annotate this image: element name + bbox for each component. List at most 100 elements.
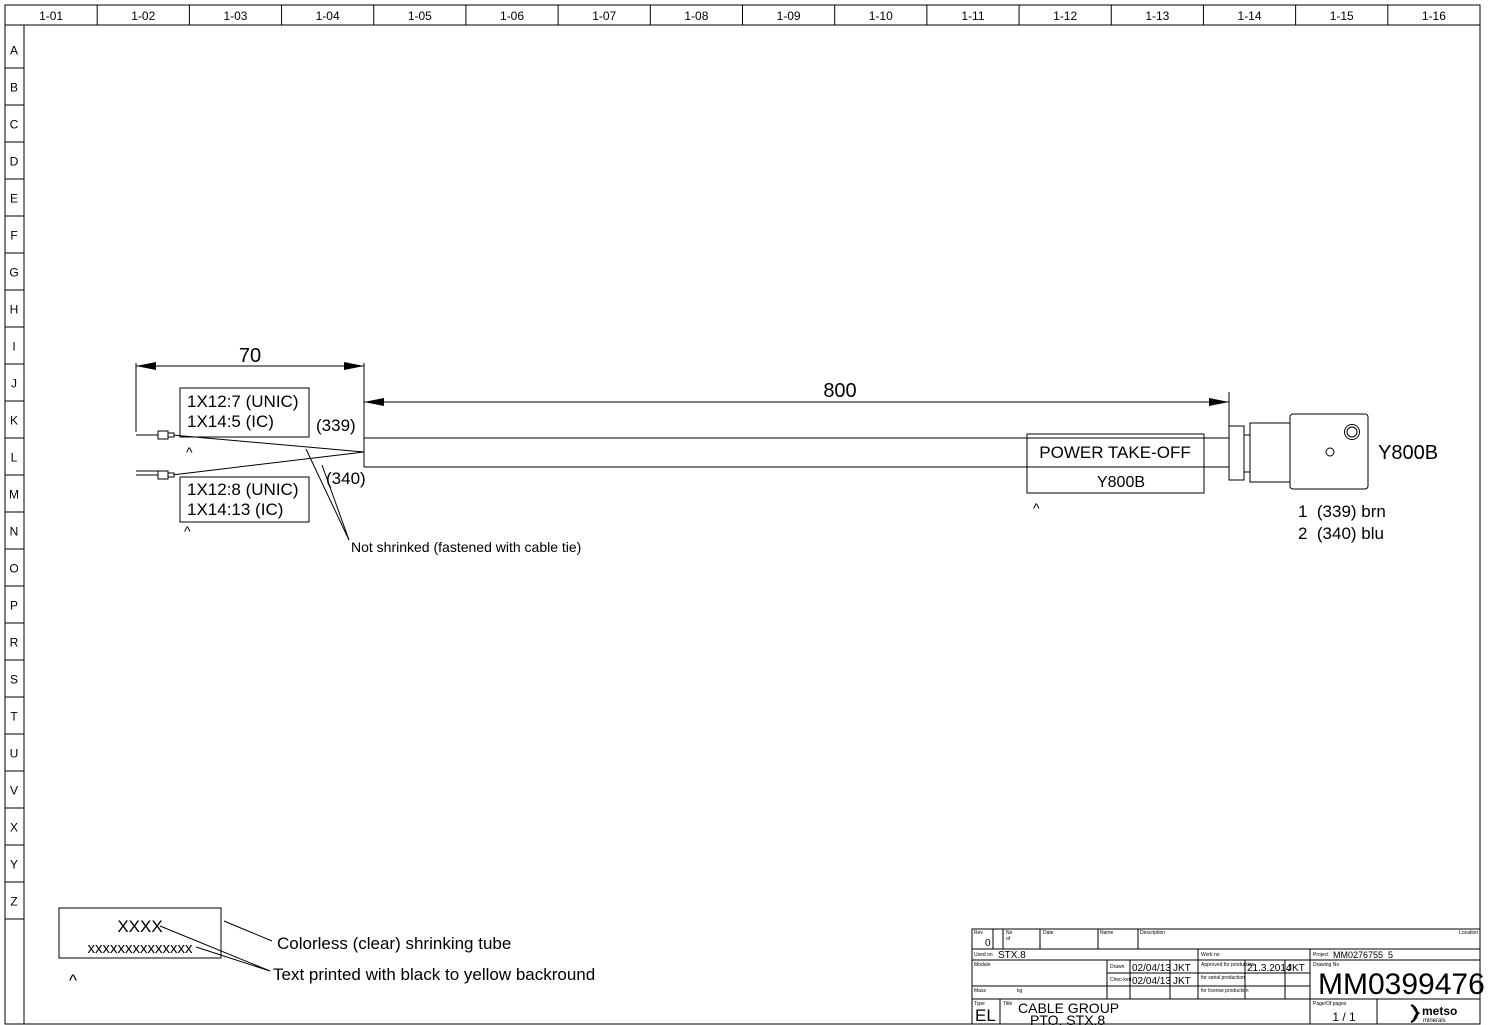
row-label: L — [11, 451, 18, 465]
tb-checked-date: 02/04/13 — [1132, 976, 1171, 987]
column-label: 1-13 — [1145, 9, 1169, 23]
tb-checked-by: JKT — [1173, 976, 1191, 987]
tb-drawn-date: 02/04/13 — [1132, 963, 1171, 974]
wire-339-label: (339) — [316, 416, 356, 435]
marker-bottom-line2: 1X14:13 (IC) — [187, 500, 283, 519]
row-label: C — [10, 118, 19, 132]
row-label: B — [10, 81, 18, 95]
shrink-note: Not shrinked (fastened with cable tie) — [351, 539, 581, 555]
marker-bottom-caret: ^ — [184, 523, 191, 539]
connector-pin-2: 2 (340) blu — [1298, 524, 1384, 543]
row-label: M — [9, 488, 19, 502]
tb-drawing-no: MM0399476 — [1318, 968, 1485, 1001]
tb-rev-label: Rev — [974, 930, 983, 936]
marker-top-line2: 1X14:5 (IC) — [187, 412, 274, 431]
wire-ferrule-top — [136, 430, 175, 440]
column-label: 1-09 — [777, 9, 801, 23]
tb-location-label: Location — [1459, 930, 1478, 936]
legend-code: XXXX — [117, 917, 162, 936]
connector-pin-1: 1 (339) brn — [1298, 502, 1386, 521]
tb-title-line2: PTO, STX.8 — [1030, 1012, 1105, 1025]
row-label: A — [10, 44, 18, 58]
row-label: N — [10, 525, 19, 539]
row-grid: A B C D E F G H I J K L M N O P R S T U V X Y Z — [5, 44, 24, 920]
marker-top-caret: ^ — [186, 444, 193, 460]
dimension-70-label: 70 — [239, 345, 261, 367]
tb-work-no-label: Work no — [1201, 952, 1220, 958]
row-label: V — [10, 784, 18, 798]
wire-340-label: (340) — [326, 469, 366, 488]
valve-connector — [1228, 413, 1369, 490]
column-label: 1-12 — [1053, 9, 1077, 23]
metso-logo: metso minerals — [1410, 1004, 1457, 1024]
column-label: 1-15 — [1330, 9, 1354, 23]
legend-text: xxxxxxxxxxxxxx — [88, 940, 194, 957]
row-label: I — [12, 340, 15, 354]
row-label: F — [10, 229, 17, 243]
column-label: 1-04 — [316, 9, 340, 23]
tb-project: MM0276755_5 — [1333, 950, 1393, 960]
column-label: 1-06 — [500, 9, 524, 23]
row-label: X — [10, 821, 18, 835]
tb-mass-unit: kg — [1017, 988, 1023, 994]
tb-desc-label: Description — [1140, 930, 1165, 936]
function-label-caret: ^ — [1033, 500, 1040, 516]
column-label: 1-02 — [131, 9, 155, 23]
row-label: E — [10, 192, 18, 206]
tb-module-label: Module — [974, 962, 991, 968]
column-label: 1-10 — [869, 9, 893, 23]
row-label: S — [10, 673, 18, 687]
function-label-code: Y800B — [1097, 474, 1145, 491]
tb-pages: 1 / 1 — [1332, 1010, 1356, 1024]
tb-of-label: of — [1006, 936, 1011, 942]
column-label: 1-14 — [1238, 9, 1262, 23]
dimension-800 — [364, 392, 1230, 426]
tb-used-on-label: Used on — [974, 952, 993, 958]
legend-note-1: Colorless (clear) shrinking tube — [277, 934, 511, 953]
tb-license-label: for license production — [1201, 988, 1249, 994]
column-label: 1-16 — [1422, 9, 1446, 23]
tb-type: EL — [975, 1006, 996, 1025]
column-label: 1-03 — [223, 9, 247, 23]
connector-label: Y800B — [1378, 442, 1438, 464]
row-label: T — [10, 710, 18, 724]
marker-bottom-line1: 1X12:8 (UNIC) — [187, 480, 298, 499]
row-label: P — [10, 599, 18, 613]
tb-name-label: Name — [1100, 930, 1114, 936]
wire-ferrule-bottom — [136, 470, 175, 480]
tb-rev: 0 — [985, 938, 991, 949]
marker-top-line1: 1X12:7 (UNIC) — [187, 392, 298, 411]
row-label: G — [9, 266, 18, 280]
logo-text: metso — [1422, 1004, 1457, 1018]
tb-title-label: Title — [1003, 1001, 1012, 1007]
function-label-title: POWER TAKE-OFF — [1039, 443, 1190, 462]
tb-drawn-by: JKT — [1173, 963, 1191, 974]
row-label: K — [10, 414, 18, 428]
legend-note-2: Text printed with black to yellow backro… — [273, 965, 595, 984]
row-label: J — [11, 377, 17, 391]
tb-approved-by: JKT — [1287, 963, 1305, 974]
tb-mass-label: Mass — [974, 988, 986, 994]
row-label: Z — [10, 895, 17, 909]
tb-serial-label: for serial production — [1201, 975, 1245, 981]
column-label: 1-08 — [684, 9, 708, 23]
row-label: U — [10, 747, 19, 761]
column-label: 1-01 — [39, 9, 63, 23]
column-label: 1-05 — [408, 9, 432, 23]
row-label: O — [9, 562, 18, 576]
tb-checked-label: Chec-ked — [1110, 977, 1132, 983]
tb-project-label: Project — [1313, 952, 1329, 958]
column-label: 1-07 — [592, 9, 616, 23]
row-label: Y — [10, 858, 18, 872]
column-grid: 1-01 1-02 1-03 1-04 1-05 1-06 1-07 1-08 1-09 1-10… — [39, 5, 1446, 25]
logo-sub: minerals — [1423, 1018, 1446, 1024]
row-label: H — [10, 303, 19, 317]
dimension-800-label: 800 — [823, 380, 856, 402]
row-label: D — [10, 155, 19, 169]
row-label: R — [10, 636, 19, 650]
tb-drawn-label: Drawn — [1110, 964, 1125, 970]
tb-pages-label: Page/Of pages — [1313, 1001, 1347, 1007]
tb-used-on: STX.8 — [998, 950, 1026, 961]
column-label: 1-11 — [961, 9, 984, 23]
legend-caret: ^ — [69, 971, 77, 990]
